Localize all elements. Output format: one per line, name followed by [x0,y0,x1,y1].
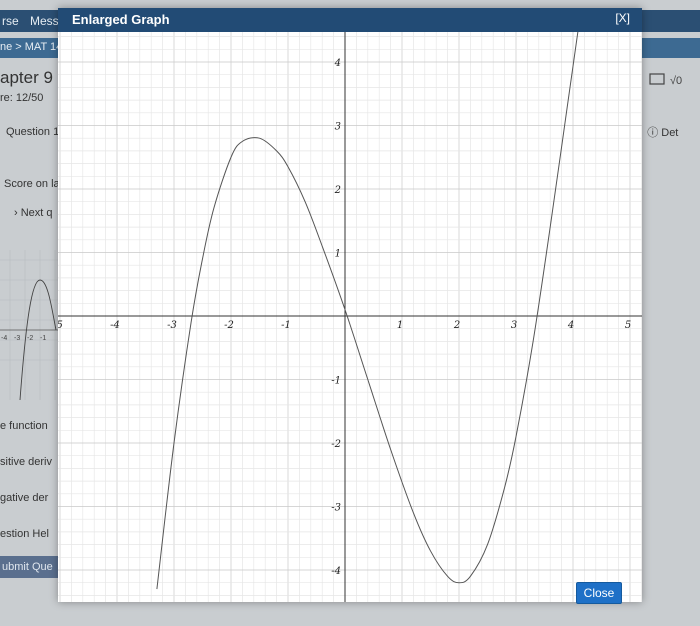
x-tick-label: 3 [511,320,517,331]
next-question-link[interactable]: › Next q [14,207,53,219]
dialog-header: Enlarged Graph [X] [58,8,642,32]
close-button[interactable]: Close [576,582,622,604]
y-tick-label: 3 [335,122,341,133]
graph-axes [58,32,642,602]
background-tab-course[interactable]: rse [2,14,19,30]
background-line-help[interactable]: estion Hel [0,528,49,540]
y-tick-label: -4 [331,566,341,577]
question-label[interactable]: Question 1 [6,126,59,138]
function-graph: -5 -4 -3 -2 -1 1 2 3 4 5 4 3 2 1 -1 -2 -3 -4 [58,32,642,602]
mini-tick-label: -1 [40,335,46,342]
function-curve [156,32,579,590]
background-right-tools: √0 [649,73,682,87]
info-icon[interactable]: ⓘ [647,127,658,139]
background-line-positive[interactable]: sitive deriv [0,456,52,468]
x-tick-label: 5 [625,320,631,331]
dialog-title: Enlarged Graph [72,12,170,27]
enlarged-graph-dialog: Enlarged Graph [X] -5 -4 -3 -2 -1 1 2 3 4 5 4 3 2 1 -1… [58,8,642,604]
background-line-function: e function [0,420,48,432]
y-tick-label: 4 [334,58,341,69]
y-tick-label: -1 [331,376,341,387]
y-tick-label: -2 [331,439,341,450]
x-tick-label: -1 [281,320,291,331]
x-tick-label: 4 [567,320,574,331]
x-tick-label: -3 [167,320,177,331]
graph-grid [58,32,642,602]
mini-tick-label: -2 [27,335,33,342]
x-tick-label: 1 [397,320,403,331]
x-tick-label: -4 [110,320,120,331]
x-tick-label: -2 [224,320,234,331]
background-line-negative[interactable]: gative der [0,492,48,504]
chapter-title: apter 9 [0,68,53,87]
score-text: re: 12/50 [0,92,44,104]
y-tick-label: 2 [334,185,341,196]
submit-question-button[interactable]: ubmit Que [0,556,62,578]
x-tick-label: 2 [453,320,460,331]
details-label[interactable]: Det [661,127,678,139]
score-on-label: Score on la [4,178,60,190]
x-tick-label: -5 [58,320,63,331]
sqrt-icon[interactable]: √0 [670,75,682,87]
breadcrumb-text[interactable]: ne > MAT 14 [0,41,62,53]
close-icon[interactable]: [X] [615,11,630,25]
y-tick-label: 1 [335,249,341,260]
print-icon[interactable] [649,73,665,85]
mini-tick-label: -3 [14,335,20,342]
background-mini-graph: -4 -3 -2 -1 [0,250,60,400]
mini-tick-label: -4 [1,335,7,342]
y-tick-label: -3 [331,503,341,514]
